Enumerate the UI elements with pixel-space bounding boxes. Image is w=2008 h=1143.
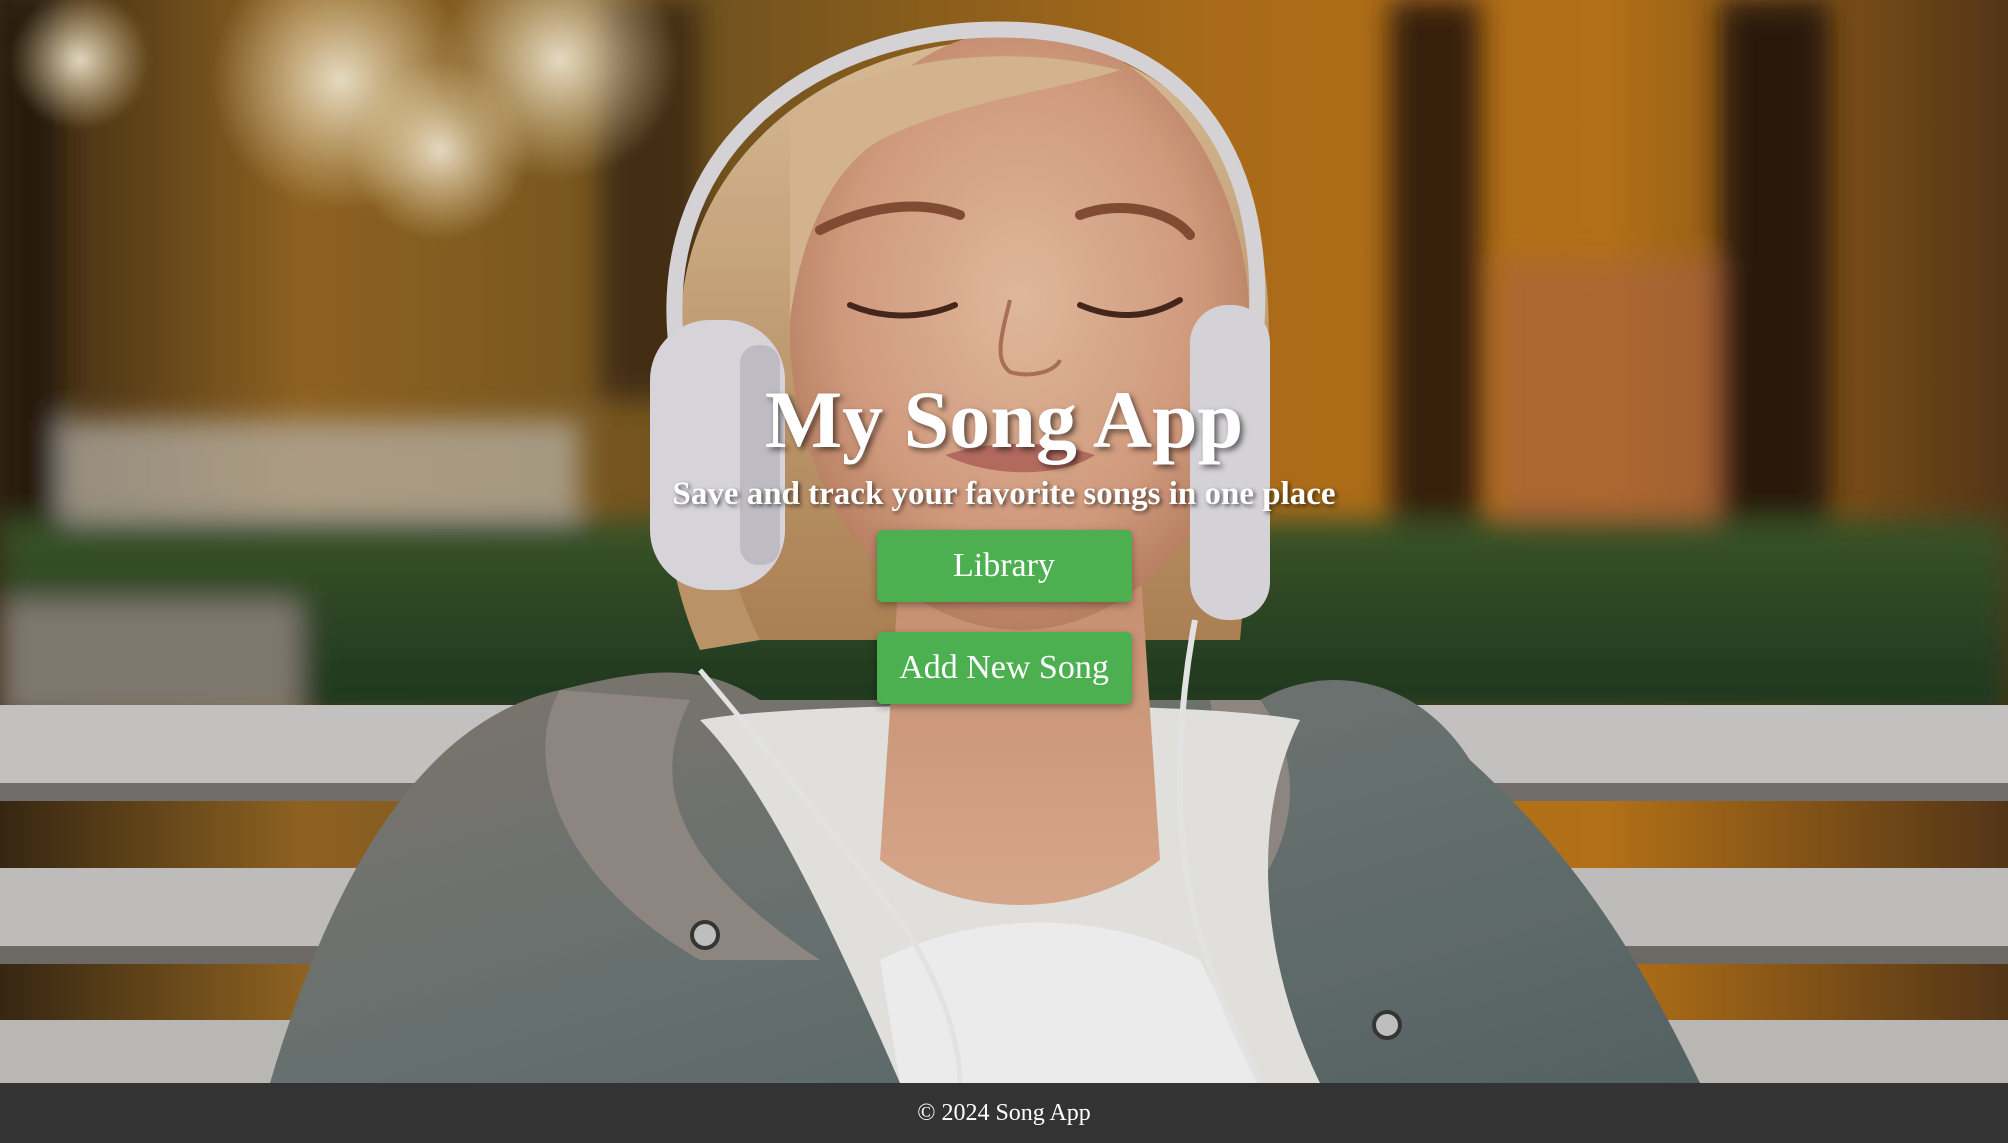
page-subtitle: Save and track your favorite songs in on… [672,476,1336,512]
add-new-song-button[interactable]: Add New Song [876,632,1132,704]
page-title: My Song App [764,374,1244,465]
hero-content: My Song App Save and track your favorite… [0,0,2008,1083]
footer: © 2024 Song App [0,1083,2008,1143]
hero-section: My Song App Save and track your favorite… [0,0,2008,1083]
footer-copyright: © 2024 Song App [917,1099,1091,1126]
library-button[interactable]: Library [876,530,1132,602]
page: My Song App Save and track your favorite… [0,0,2008,1143]
